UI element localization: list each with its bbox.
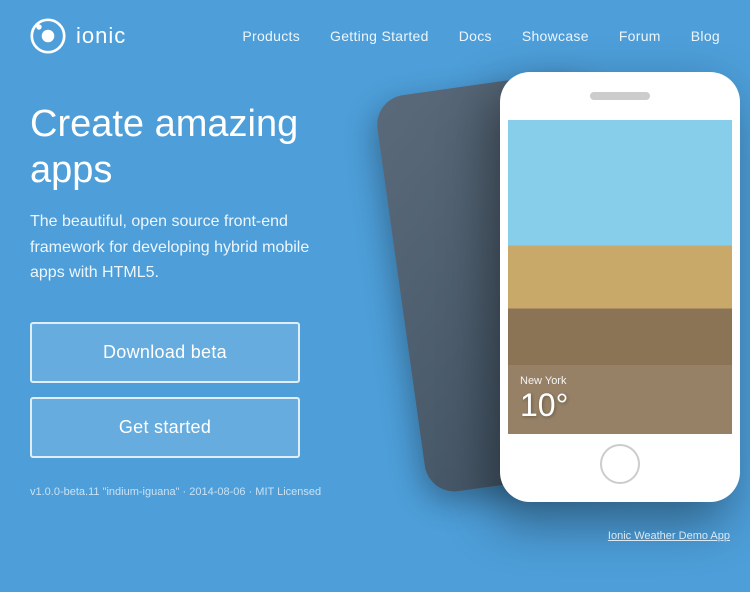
phone-inner: New York 10° <box>508 80 732 494</box>
nav-getting-started[interactable]: Getting Started <box>330 28 429 44</box>
main-nav: Products Getting Started Docs Showcase F… <box>242 28 720 44</box>
nav-products[interactable]: Products <box>242 28 300 44</box>
phone-front-mockup: New York 10° <box>500 72 740 502</box>
nav-docs[interactable]: Docs <box>459 28 492 44</box>
phone-speaker <box>590 92 650 100</box>
hero-subtitle: The beautiful, open source front-end fra… <box>30 209 330 286</box>
logo[interactable]: ionic <box>30 18 126 54</box>
main-content: Create amazing apps The beautiful, open … <box>0 72 750 552</box>
download-beta-button[interactable]: Download beta <box>30 322 300 383</box>
phone-bottom-bar <box>508 434 732 494</box>
version-text: v1.0.0-beta.11 "indium-iguana" · 2014-08… <box>30 486 390 498</box>
weather-demo-link[interactable]: Ionic Weather Demo App <box>608 530 730 542</box>
phone-weather-overlay: New York 10° <box>508 365 732 434</box>
phone-city: New York <box>520 375 720 387</box>
phone-mockup-area: New York 10° <box>340 52 750 592</box>
phone-temperature: 10° <box>520 387 720 424</box>
nav-blog[interactable]: Blog <box>691 28 720 44</box>
phone-home-button <box>600 444 640 484</box>
logo-text: ionic <box>76 23 126 49</box>
hero-title: Create amazing apps <box>30 102 390 193</box>
nav-forum[interactable]: Forum <box>619 28 661 44</box>
hero-section: Create amazing apps The beautiful, open … <box>30 102 390 552</box>
ionic-logo-icon <box>30 18 66 54</box>
nav-showcase[interactable]: Showcase <box>522 28 589 44</box>
get-started-button[interactable]: Get started <box>30 397 300 458</box>
phone-screen: New York 10° <box>508 120 732 434</box>
